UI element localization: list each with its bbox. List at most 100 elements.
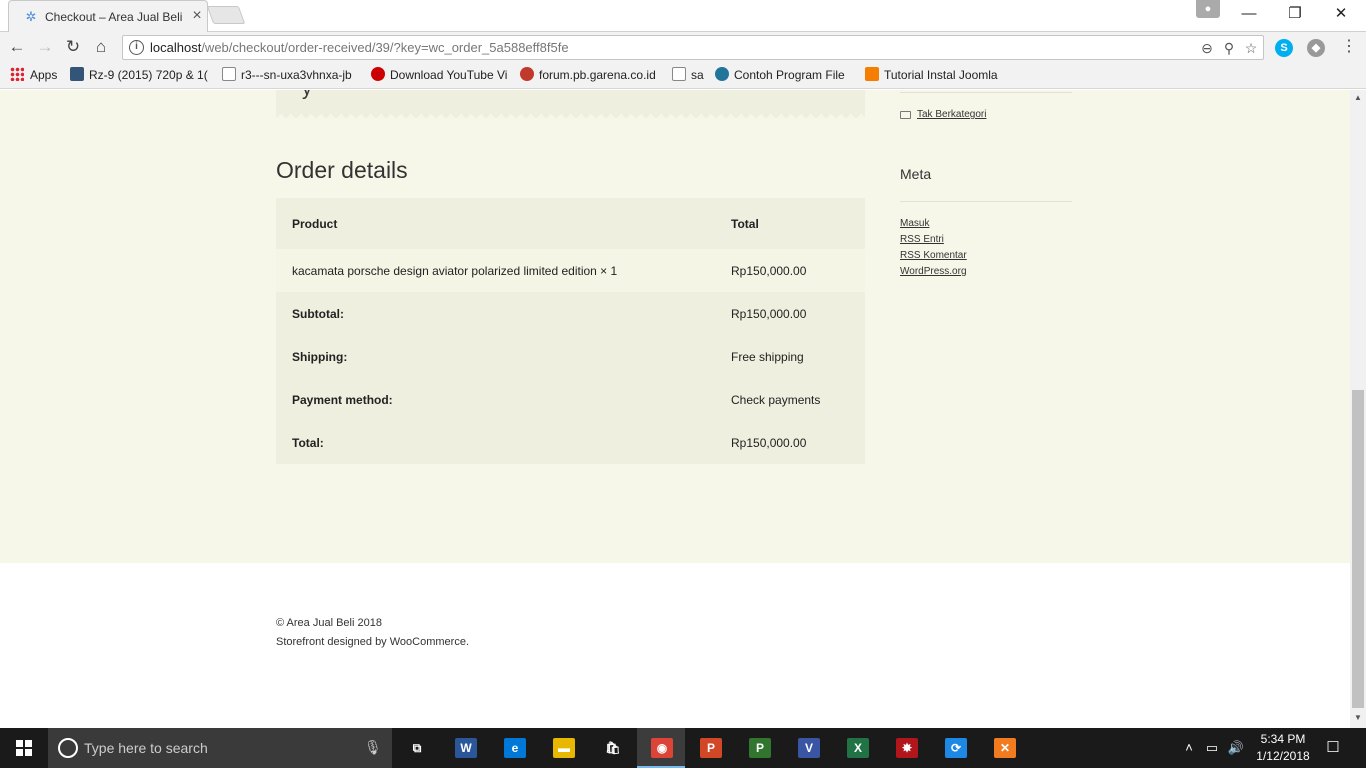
taskbar-powerpoint-button[interactable]: P bbox=[686, 728, 734, 768]
product-name[interactable]: kacamata porsche design aviator polarize… bbox=[292, 249, 617, 292]
shipping-label: Shipping: bbox=[292, 349, 348, 364]
url-text[interactable]: localhost/web/checkout/order-received/39… bbox=[150, 40, 569, 56]
bookmark-tutorial-joomla[interactable]: Tutorial Instal Joomla bbox=[865, 67, 1005, 85]
file-explorer-icon: ▬ bbox=[553, 738, 575, 758]
extension-pin-icon[interactable]: ⚲ bbox=[1220, 39, 1238, 57]
notifications-icon[interactable]: ☐ bbox=[1322, 728, 1344, 768]
clock-date: 1/12/2018 bbox=[1256, 749, 1310, 763]
shipping-value: Free shipping bbox=[731, 349, 804, 364]
volume-icon[interactable]: 🔊 bbox=[1226, 728, 1246, 768]
windows-taskbar: Type here to search 🎙 ⧉ We ▬ 🛍 ◉ P P V X ✸ ⟳ ✕ ˄ ▭ … bbox=[0, 728, 1366, 768]
skype-extension-icon[interactable]: S bbox=[1275, 39, 1293, 57]
site-info-icon[interactable]: i bbox=[129, 40, 144, 55]
category-link[interactable]: Tak Berkategori bbox=[917, 109, 986, 120]
taskbar-store-button[interactable]: 🛍 bbox=[588, 728, 636, 768]
page-scrollbar[interactable]: ▲ ▼ bbox=[1350, 90, 1366, 728]
footer-credit[interactable]: Storefront designed by WooCommerce. bbox=[276, 636, 469, 648]
page-viewport: y Order details Product Total kacamata p… bbox=[0, 90, 1350, 728]
tab-checkout[interactable]: ✲ Checkout – Area Jual Beli × bbox=[8, 0, 208, 32]
taskbar-task-view-button[interactable]: ⧉ bbox=[392, 728, 440, 768]
clock-time: 5:34 PM bbox=[1260, 732, 1306, 746]
header-total: Total bbox=[731, 216, 759, 231]
word-icon: W bbox=[455, 738, 477, 758]
table-row: Shipping: Free shipping bbox=[276, 335, 865, 378]
taskbar-visio-button[interactable]: V bbox=[784, 728, 832, 768]
chrome-icon: ◉ bbox=[651, 738, 673, 758]
product-total: Rp150,000.00 bbox=[731, 263, 807, 278]
reload-icon[interactable]: ↻ bbox=[62, 36, 84, 58]
visio-icon: V bbox=[798, 738, 820, 758]
project-icon: P bbox=[749, 738, 771, 758]
scrollbar-thumb[interactable] bbox=[1352, 390, 1364, 708]
payment-method-value: Check payments bbox=[731, 392, 821, 407]
new-tab-button[interactable] bbox=[206, 6, 246, 24]
table-row: Subtotal: Rp150,000.00 bbox=[276, 292, 865, 335]
taskbar-excel-button[interactable]: X bbox=[833, 728, 881, 768]
page-icon bbox=[672, 67, 686, 81]
sync-icon: ⟳ bbox=[945, 738, 967, 758]
table-row: Payment method: Check payments bbox=[276, 378, 865, 421]
bookmark-apps[interactable]: Apps bbox=[10, 67, 65, 85]
sidebar-divider bbox=[900, 92, 1072, 93]
bookmark-sa[interactable]: sa bbox=[672, 67, 706, 85]
address-bar[interactable]: i localhost/web/checkout/order-received/… bbox=[122, 35, 1264, 60]
tab-title: Checkout – Area Jual Beli bbox=[45, 10, 183, 24]
task-view-icon: ⧉ bbox=[406, 738, 428, 758]
taskbar-edge-button[interactable]: e bbox=[490, 728, 538, 768]
home-icon[interactable]: ⌂ bbox=[90, 36, 112, 58]
subtotal-label: Subtotal: bbox=[292, 306, 344, 321]
chrome-menu-icon[interactable]: ⋮ bbox=[1338, 36, 1360, 58]
total-label: Total: bbox=[292, 435, 324, 450]
bookmarks-bar: Apps Rz-9 (2015) 720p & 1( r3---sn-uxa3v… bbox=[0, 62, 1366, 89]
taskbar-search[interactable]: Type here to search 🎙 bbox=[48, 728, 392, 768]
zoom-icon[interactable]: ⊖ bbox=[1198, 39, 1216, 57]
taskbar-sync-button[interactable]: ⟳ bbox=[931, 728, 979, 768]
bookmark-star-icon[interactable]: ☆ bbox=[1242, 39, 1260, 57]
meta-link-wordpress[interactable]: WordPress.org bbox=[900, 266, 967, 277]
minimize-button[interactable]: — bbox=[1234, 4, 1264, 24]
taskbar-chrome-button[interactable]: ◉ bbox=[637, 728, 685, 768]
tab-close-icon[interactable]: × bbox=[189, 7, 205, 25]
taskbar-project-button[interactable]: P bbox=[735, 728, 783, 768]
apps-grid-icon bbox=[10, 67, 24, 81]
cortana-icon bbox=[58, 738, 78, 758]
bookmark-r3[interactable]: r3---sn-uxa3vhnxa-jb bbox=[222, 67, 357, 85]
table-header-row: Product Total bbox=[276, 198, 865, 249]
sidebar-divider bbox=[900, 201, 1072, 202]
scroll-down-arrow-icon[interactable]: ▼ bbox=[1350, 712, 1366, 724]
taskbar-unknown-red-button[interactable]: ✸ bbox=[882, 728, 930, 768]
payment-method-label: Payment method: bbox=[292, 392, 393, 407]
meta-widget-title: Meta bbox=[900, 166, 932, 182]
meta-link-rss-komentar[interactable]: RSS Komentar bbox=[900, 250, 967, 261]
taskbar-word-button[interactable]: W bbox=[441, 728, 489, 768]
site-icon bbox=[70, 67, 84, 81]
extension-icon[interactable]: ◆ bbox=[1307, 39, 1325, 57]
bookmark-download-youtube[interactable]: Download YouTube Vi bbox=[371, 67, 507, 85]
profile-icon[interactable]: ● bbox=[1196, 0, 1220, 18]
bookmark-rz9[interactable]: Rz-9 (2015) 720p & 1( bbox=[70, 67, 208, 85]
forward-arrow-icon[interactable]: → bbox=[34, 36, 56, 58]
close-window-button[interactable]: ✕ bbox=[1326, 4, 1356, 24]
taskbar-clock[interactable]: 5:34 PM 1/12/2018 bbox=[1248, 731, 1318, 765]
excel-icon: X bbox=[847, 738, 869, 758]
start-button[interactable] bbox=[0, 728, 48, 768]
bookmark-contoh-program[interactable]: Contoh Program File bbox=[715, 67, 853, 85]
xampp-icon: ✕ bbox=[994, 738, 1016, 758]
taskbar-file-explorer-button[interactable]: ▬ bbox=[539, 728, 587, 768]
tray-chevron-icon[interactable]: ˄ bbox=[1180, 728, 1198, 768]
wordpress-icon bbox=[715, 67, 729, 81]
back-arrow-icon[interactable]: ← bbox=[6, 36, 28, 58]
windows-logo-icon bbox=[16, 740, 32, 756]
garena-icon bbox=[520, 67, 534, 81]
meta-link-rss-entri[interactable]: RSS Entri bbox=[900, 234, 944, 245]
restore-button[interactable]: ❐ bbox=[1280, 4, 1310, 24]
site-favicon-icon: ✲ bbox=[25, 9, 37, 24]
scroll-up-arrow-icon[interactable]: ▲ bbox=[1350, 92, 1366, 104]
edge-icon: e bbox=[504, 738, 526, 758]
bookmark-garena[interactable]: forum.pb.garena.co.id bbox=[520, 67, 658, 85]
network-icon[interactable]: ▭ bbox=[1202, 728, 1222, 768]
taskbar-xampp-button[interactable]: ✕ bbox=[980, 728, 1028, 768]
microphone-icon[interactable]: 🎙 bbox=[364, 739, 382, 757]
meta-link-masuk[interactable]: Masuk bbox=[900, 218, 929, 229]
youtube-icon bbox=[371, 67, 385, 81]
